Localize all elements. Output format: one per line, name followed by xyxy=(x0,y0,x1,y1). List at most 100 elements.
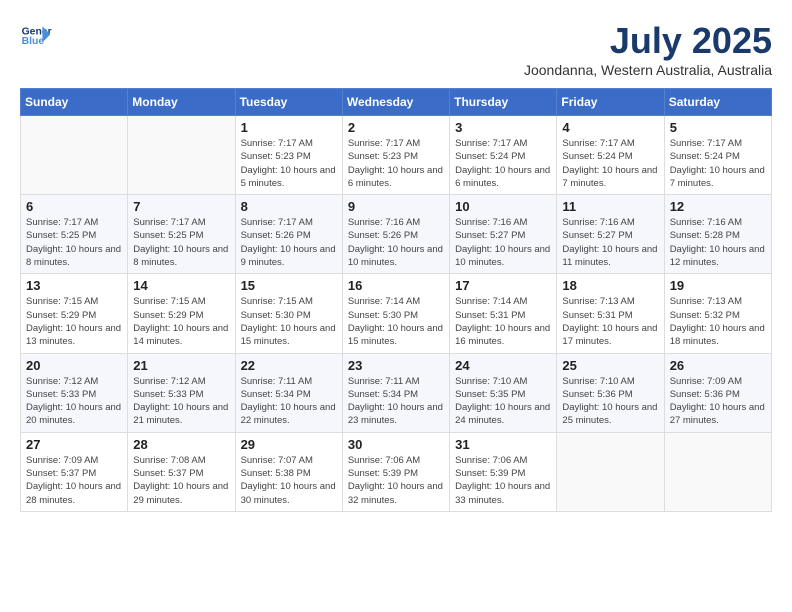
day-number: 9 xyxy=(348,199,444,214)
column-header-thursday: Thursday xyxy=(450,89,557,116)
day-info: Sunrise: 7:11 AM Sunset: 5:34 PM Dayligh… xyxy=(348,375,444,428)
calendar-cell: 14 Sunrise: 7:15 AM Sunset: 5:29 PM Dayli… xyxy=(128,274,235,353)
day-number: 1 xyxy=(241,120,337,135)
calendar-cell: 10 Sunrise: 7:16 AM Sunset: 5:27 PM Dayli… xyxy=(450,195,557,274)
calendar-cell: 30 Sunrise: 7:06 AM Sunset: 5:39 PM Dayli… xyxy=(342,432,449,511)
day-number: 17 xyxy=(455,278,551,293)
day-info: Sunrise: 7:12 AM Sunset: 5:33 PM Dayligh… xyxy=(26,375,122,428)
day-number: 2 xyxy=(348,120,444,135)
day-number: 15 xyxy=(241,278,337,293)
day-number: 18 xyxy=(562,278,658,293)
day-info: Sunrise: 7:17 AM Sunset: 5:23 PM Dayligh… xyxy=(348,137,444,190)
day-info: Sunrise: 7:14 AM Sunset: 5:31 PM Dayligh… xyxy=(455,295,551,348)
calendar-cell: 16 Sunrise: 7:14 AM Sunset: 5:30 PM Dayli… xyxy=(342,274,449,353)
day-number: 10 xyxy=(455,199,551,214)
calendar-cell: 24 Sunrise: 7:10 AM Sunset: 5:35 PM Dayli… xyxy=(450,353,557,432)
calendar-cell: 22 Sunrise: 7:11 AM Sunset: 5:34 PM Dayli… xyxy=(235,353,342,432)
calendar-cell: 3 Sunrise: 7:17 AM Sunset: 5:24 PM Daylig… xyxy=(450,116,557,195)
column-header-wednesday: Wednesday xyxy=(342,89,449,116)
day-number: 4 xyxy=(562,120,658,135)
day-info: Sunrise: 7:12 AM Sunset: 5:33 PM Dayligh… xyxy=(133,375,229,428)
day-info: Sunrise: 7:10 AM Sunset: 5:35 PM Dayligh… xyxy=(455,375,551,428)
calendar-cell: 9 Sunrise: 7:16 AM Sunset: 5:26 PM Daylig… xyxy=(342,195,449,274)
day-number: 28 xyxy=(133,437,229,452)
day-number: 22 xyxy=(241,358,337,373)
calendar-cell: 20 Sunrise: 7:12 AM Sunset: 5:33 PM Dayli… xyxy=(21,353,128,432)
calendar-week-1: 1 Sunrise: 7:17 AM Sunset: 5:23 PM Daylig… xyxy=(21,116,772,195)
day-number: 14 xyxy=(133,278,229,293)
day-info: Sunrise: 7:09 AM Sunset: 5:36 PM Dayligh… xyxy=(670,375,766,428)
day-number: 8 xyxy=(241,199,337,214)
day-number: 16 xyxy=(348,278,444,293)
day-number: 29 xyxy=(241,437,337,452)
calendar-week-5: 27 Sunrise: 7:09 AM Sunset: 5:37 PM Dayli… xyxy=(21,432,772,511)
column-header-tuesday: Tuesday xyxy=(235,89,342,116)
day-info: Sunrise: 7:09 AM Sunset: 5:37 PM Dayligh… xyxy=(26,454,122,507)
main-title: July 2025 xyxy=(524,20,772,62)
calendar-cell: 15 Sunrise: 7:15 AM Sunset: 5:30 PM Dayli… xyxy=(235,274,342,353)
calendar-cell: 26 Sunrise: 7:09 AM Sunset: 5:36 PM Dayli… xyxy=(664,353,771,432)
day-info: Sunrise: 7:08 AM Sunset: 5:37 PM Dayligh… xyxy=(133,454,229,507)
day-number: 23 xyxy=(348,358,444,373)
calendar-cell: 11Sunrise: 7:16 AM Sunset: 5:27 PM Dayli… xyxy=(557,195,664,274)
calendar-cell: 4Sunrise: 7:17 AM Sunset: 5:24 PM Daylig… xyxy=(557,116,664,195)
calendar-week-3: 13 Sunrise: 7:15 AM Sunset: 5:29 PM Dayli… xyxy=(21,274,772,353)
svg-text:Blue: Blue xyxy=(22,36,45,47)
calendar-cell: 2 Sunrise: 7:17 AM Sunset: 5:23 PM Daylig… xyxy=(342,116,449,195)
day-number: 25 xyxy=(562,358,658,373)
day-info: Sunrise: 7:14 AM Sunset: 5:30 PM Dayligh… xyxy=(348,295,444,348)
day-number: 3 xyxy=(455,120,551,135)
day-info: Sunrise: 7:17 AM Sunset: 5:25 PM Dayligh… xyxy=(133,216,229,269)
day-number: 13 xyxy=(26,278,122,293)
calendar-cell: 27 Sunrise: 7:09 AM Sunset: 5:37 PM Dayli… xyxy=(21,432,128,511)
day-info: Sunrise: 7:10 AM Sunset: 5:36 PM Dayligh… xyxy=(562,375,658,428)
day-number: 7 xyxy=(133,199,229,214)
calendar-cell: 18 Sunrise: 7:13 AM Sunset: 5:31 PM Dayli… xyxy=(557,274,664,353)
calendar-cell: 21 Sunrise: 7:12 AM Sunset: 5:33 PM Dayli… xyxy=(128,353,235,432)
day-info: Sunrise: 7:15 AM Sunset: 5:29 PM Dayligh… xyxy=(133,295,229,348)
calendar-cell xyxy=(128,116,235,195)
day-info: Sunrise: 7:16 AM Sunset: 5:26 PM Dayligh… xyxy=(348,216,444,269)
calendar-week-2: 6Sunrise: 7:17 AM Sunset: 5:25 PM Daylig… xyxy=(21,195,772,274)
day-info: Sunrise: 7:15 AM Sunset: 5:29 PM Dayligh… xyxy=(26,295,122,348)
logo: General Blue xyxy=(20,20,52,52)
day-number: 24 xyxy=(455,358,551,373)
day-number: 19 xyxy=(670,278,766,293)
calendar-cell: 1Sunrise: 7:17 AM Sunset: 5:23 PM Daylig… xyxy=(235,116,342,195)
day-number: 30 xyxy=(348,437,444,452)
day-info: Sunrise: 7:17 AM Sunset: 5:26 PM Dayligh… xyxy=(241,216,337,269)
day-info: Sunrise: 7:06 AM Sunset: 5:39 PM Dayligh… xyxy=(455,454,551,507)
day-number: 21 xyxy=(133,358,229,373)
day-info: Sunrise: 7:17 AM Sunset: 5:25 PM Dayligh… xyxy=(26,216,122,269)
day-number: 27 xyxy=(26,437,122,452)
subtitle: Joondanna, Western Australia, Australia xyxy=(524,62,772,78)
column-header-sunday: Sunday xyxy=(21,89,128,116)
day-info: Sunrise: 7:15 AM Sunset: 5:30 PM Dayligh… xyxy=(241,295,337,348)
day-info: Sunrise: 7:13 AM Sunset: 5:31 PM Dayligh… xyxy=(562,295,658,348)
page-header: General Blue July 2025 Joondanna, Wester… xyxy=(20,20,772,78)
day-number: 11 xyxy=(562,199,658,214)
day-info: Sunrise: 7:16 AM Sunset: 5:27 PM Dayligh… xyxy=(455,216,551,269)
calendar-table: SundayMondayTuesdayWednesdayThursdayFrid… xyxy=(20,88,772,512)
day-info: Sunrise: 7:11 AM Sunset: 5:34 PM Dayligh… xyxy=(241,375,337,428)
day-info: Sunrise: 7:16 AM Sunset: 5:28 PM Dayligh… xyxy=(670,216,766,269)
day-info: Sunrise: 7:17 AM Sunset: 5:24 PM Dayligh… xyxy=(670,137,766,190)
calendar-cell: 25 Sunrise: 7:10 AM Sunset: 5:36 PM Dayli… xyxy=(557,353,664,432)
calendar-cell: 5 Sunrise: 7:17 AM Sunset: 5:24 PM Daylig… xyxy=(664,116,771,195)
day-number: 5 xyxy=(670,120,766,135)
day-info: Sunrise: 7:07 AM Sunset: 5:38 PM Dayligh… xyxy=(241,454,337,507)
day-number: 20 xyxy=(26,358,122,373)
calendar-cell: 6Sunrise: 7:17 AM Sunset: 5:25 PM Daylig… xyxy=(21,195,128,274)
day-number: 12 xyxy=(670,199,766,214)
calendar-week-4: 20 Sunrise: 7:12 AM Sunset: 5:33 PM Dayli… xyxy=(21,353,772,432)
day-info: Sunrise: 7:13 AM Sunset: 5:32 PM Dayligh… xyxy=(670,295,766,348)
day-info: Sunrise: 7:06 AM Sunset: 5:39 PM Dayligh… xyxy=(348,454,444,507)
day-info: Sunrise: 7:17 AM Sunset: 5:24 PM Dayligh… xyxy=(455,137,551,190)
calendar-cell: 8 Sunrise: 7:17 AM Sunset: 5:26 PM Daylig… xyxy=(235,195,342,274)
calendar-cell: 19 Sunrise: 7:13 AM Sunset: 5:32 PM Dayli… xyxy=(664,274,771,353)
calendar-cell: 13 Sunrise: 7:15 AM Sunset: 5:29 PM Dayli… xyxy=(21,274,128,353)
day-number: 26 xyxy=(670,358,766,373)
column-header-saturday: Saturday xyxy=(664,89,771,116)
calendar-cell: 23 Sunrise: 7:11 AM Sunset: 5:34 PM Dayli… xyxy=(342,353,449,432)
column-header-friday: Friday xyxy=(557,89,664,116)
